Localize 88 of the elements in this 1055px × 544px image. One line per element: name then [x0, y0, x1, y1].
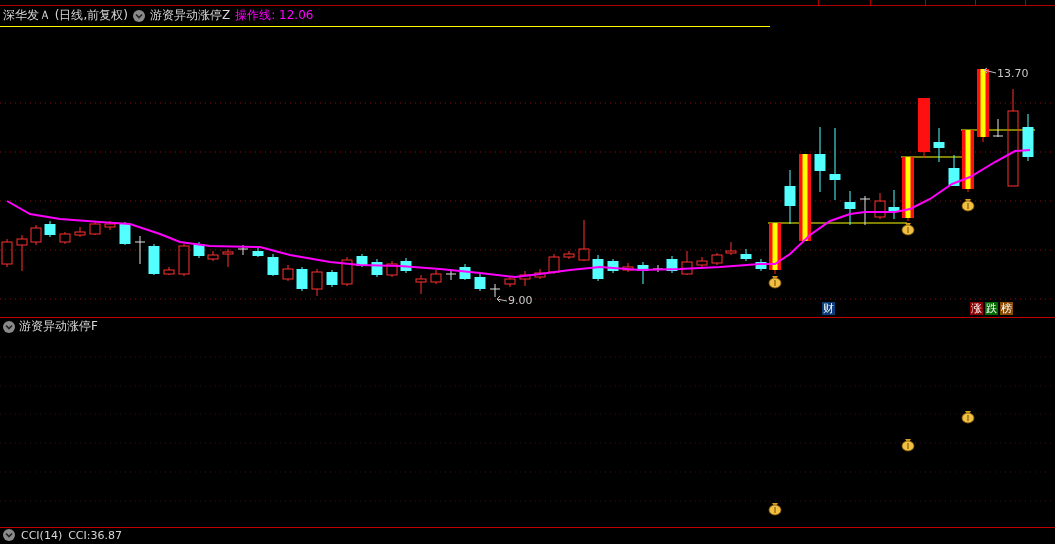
candlestick	[207, 250, 219, 262]
candlestick	[104, 220, 116, 231]
candlestick	[504, 275, 516, 288]
candlestick	[902, 156, 914, 222]
indicator-value: 操作线: 12.06	[235, 7, 314, 24]
low-price-label: 9.00	[508, 294, 533, 307]
candlestick	[1022, 113, 1034, 162]
candlestick	[74, 226, 86, 238]
candlestick	[933, 127, 945, 163]
candlestick	[844, 190, 856, 226]
money-bag-icon	[961, 411, 975, 424]
candlestick	[445, 268, 457, 281]
stock-title: 深华发Ａ (日线,前复权)	[3, 7, 128, 24]
candlestick	[44, 220, 56, 238]
high-price-label: 13.70	[997, 67, 1029, 80]
candlestick	[578, 219, 590, 262]
candlestick	[415, 274, 427, 295]
candlestick	[548, 253, 560, 275]
panel-title: CCI(14)	[21, 528, 63, 542]
candlestick	[386, 260, 398, 278]
candlestick	[725, 241, 737, 256]
candlestick	[637, 261, 649, 285]
candlestick	[16, 234, 28, 272]
candlestick	[592, 254, 604, 282]
candlestick	[356, 253, 368, 268]
event-badge[interactable]: 榜	[1000, 302, 1013, 315]
candlestick	[962, 129, 974, 193]
candlestick	[563, 250, 575, 260]
candlestick	[237, 244, 249, 256]
candlestick	[859, 195, 871, 226]
candlestick	[740, 248, 752, 262]
candlestick	[282, 264, 294, 282]
candlestick	[769, 222, 781, 275]
candlestick	[489, 283, 501, 298]
candlestick	[888, 189, 900, 220]
candlestick	[252, 247, 264, 258]
low-marker-icon	[496, 295, 508, 303]
event-badge[interactable]: 财	[822, 302, 835, 315]
candlestick	[1, 238, 13, 268]
candlestick	[784, 169, 796, 225]
candlestick	[430, 269, 442, 285]
money-bag-icon	[961, 199, 975, 212]
candlestick	[607, 258, 619, 274]
candlestick	[534, 268, 546, 280]
candlestick	[519, 270, 531, 287]
indicator-value: CCI:36.87	[68, 528, 122, 542]
candlestick	[178, 243, 190, 277]
money-bag-icon	[901, 223, 915, 236]
candlestick	[948, 154, 960, 187]
panel-title: 游资异动涨停F	[19, 318, 98, 335]
candlestick	[400, 257, 412, 274]
event-badge[interactable]: 跌	[985, 302, 998, 315]
candlestick	[341, 256, 353, 287]
candlestick	[666, 255, 678, 274]
candlestick	[459, 263, 471, 281]
candlestick	[874, 192, 886, 220]
high-marker-icon	[983, 67, 997, 74]
candlestick	[163, 266, 175, 276]
candlestick	[296, 266, 308, 292]
indicator-name: 游资异动涨停Z	[150, 7, 231, 24]
candlestick	[992, 118, 1004, 138]
candlestick	[267, 253, 279, 277]
dropdown-icon[interactable]	[3, 529, 15, 541]
money-bag-icon	[768, 503, 782, 516]
candlestick	[711, 252, 723, 266]
candlestick	[222, 248, 234, 268]
candlestick	[148, 243, 160, 276]
candlestick	[134, 235, 146, 265]
candlestick	[371, 258, 383, 278]
candlestick	[681, 250, 693, 276]
dropdown-icon[interactable]	[3, 320, 15, 333]
candlestick	[474, 273, 486, 292]
candlestick	[696, 256, 708, 268]
candlestick	[193, 241, 205, 259]
candlestick	[59, 231, 71, 245]
candlestick	[311, 268, 323, 297]
candlestick	[89, 221, 101, 236]
candlestick	[622, 262, 634, 273]
dropdown-icon[interactable]	[133, 9, 145, 22]
event-badge[interactable]: 涨	[970, 302, 983, 315]
candlestick	[30, 224, 42, 246]
money-bag-icon	[901, 439, 915, 452]
candlestick	[755, 258, 767, 272]
candlestick	[326, 269, 338, 288]
candlestick	[119, 221, 131, 246]
candlestick	[814, 126, 826, 193]
candlestick	[918, 97, 930, 159]
money-bag-icon	[768, 276, 782, 289]
